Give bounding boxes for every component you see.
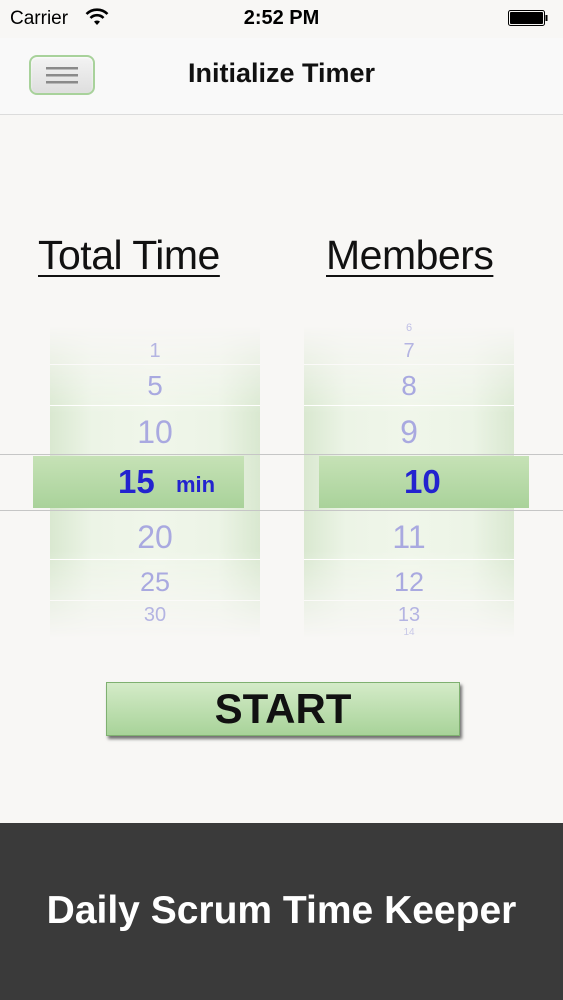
picker-selection-bottom-line — [0, 510, 563, 511]
page-title: Initialize Timer — [187, 58, 376, 88]
total-time-option[interactable]: 30 — [50, 604, 260, 627]
total-time-option[interactable]: 20 — [50, 519, 260, 556]
members-heading: Members — [326, 232, 494, 278]
total-time-option[interactable]: 1 — [50, 340, 260, 363]
battery-icon — [508, 10, 548, 26]
members-option[interactable]: 9 — [304, 414, 514, 451]
nav-bar: Initialize Timer — [0, 38, 563, 115]
total-time-option[interactable]: 25 — [50, 567, 260, 598]
total-time-heading: Total Time — [38, 232, 220, 278]
total-time-unit: min — [176, 472, 216, 497]
members-option[interactable]: 7 — [304, 340, 514, 363]
total-time-selected-value: 15 — [118, 463, 155, 500]
members-option[interactable]: 8 — [304, 370, 514, 402]
start-button[interactable]: START — [106, 682, 460, 736]
footer-banner: Daily Scrum Time Keeper — [0, 823, 563, 1000]
members-option[interactable]: 12 — [304, 567, 514, 598]
status-bar: Carrier 2:52 PM — [0, 0, 563, 38]
app-name: Daily Scrum Time Keeper — [46, 889, 517, 932]
status-time: 2:52 PM — [243, 7, 320, 29]
picker-selection-top-line — [0, 454, 563, 455]
total-time-option[interactable]: 5 — [50, 370, 260, 402]
members-option[interactable]: 14 — [304, 627, 514, 638]
total-time-option[interactable]: 10 — [50, 414, 260, 451]
members-selected-value: 10 — [404, 463, 441, 500]
members-option[interactable]: 11 — [304, 519, 514, 556]
members-option[interactable]: 13 — [304, 604, 514, 627]
members-option[interactable]: 6 — [304, 322, 514, 334]
